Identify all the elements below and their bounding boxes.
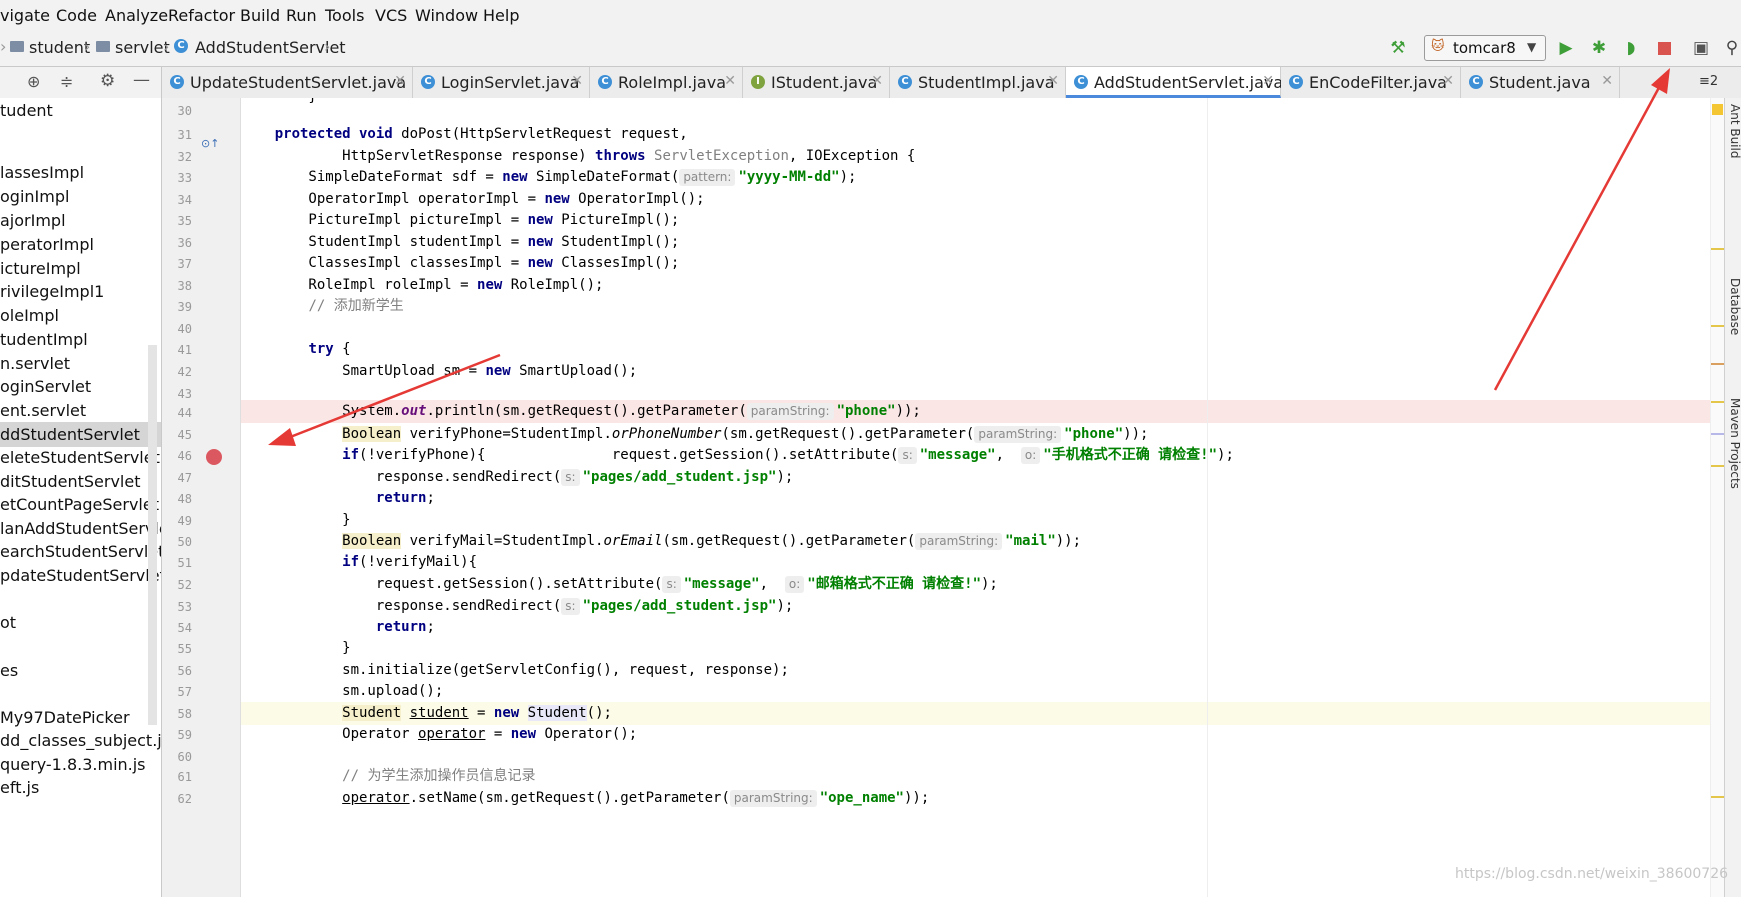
- arrowhead: [268, 428, 296, 446]
- arrow-to-stop: [1493, 81, 1664, 391]
- annotation-arrows: [268, 68, 1670, 446]
- watermark: https://blog.csdn.net/weixin_38600726: [1455, 866, 1729, 882]
- arrowhead: [1651, 68, 1670, 94]
- arrow-to-breakpoint: [279, 353, 501, 443]
